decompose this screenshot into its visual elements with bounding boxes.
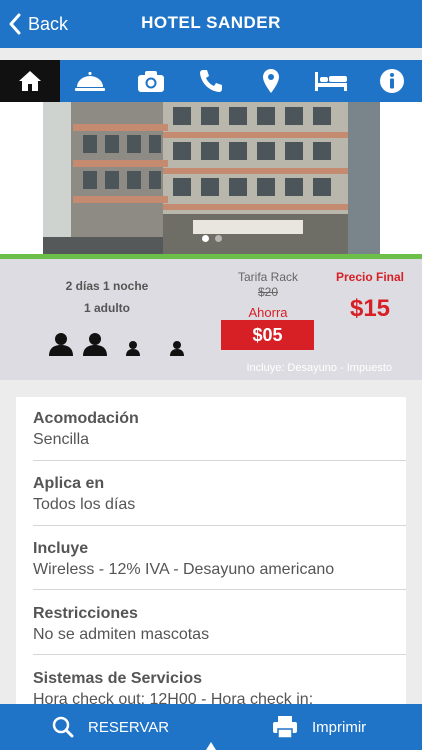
bed-icon: [315, 72, 348, 91]
page-title: HOTEL SANDER: [141, 13, 281, 32]
stay-duration: 2 días 1 noche: [65, 279, 149, 293]
camera-icon: [137, 71, 164, 92]
divider: [33, 525, 406, 526]
occupancy-icons: [48, 331, 186, 357]
child-icon: [126, 341, 140, 356]
nav-header: Back HOTEL SANDER: [0, 0, 422, 48]
adult-icon: [83, 333, 107, 356]
details-card: Acomodación Sencilla Aplica en Todos los…: [16, 397, 406, 717]
tab-gallery[interactable]: [121, 60, 181, 102]
savings-label: Ahorra: [248, 305, 288, 320]
final-price-value: $15: [349, 295, 391, 322]
detail-value: Wireless - 12% IVA - Desayuno americano: [33, 561, 335, 578]
hotel-building-image: [43, 102, 380, 254]
photo-carousel[interactable]: [0, 102, 422, 254]
detail-label: Aplica en: [33, 475, 105, 492]
rack-rate-value: $20: [257, 285, 279, 299]
adult-icon: [49, 333, 73, 356]
print-label: Imprimir: [312, 718, 367, 736]
room-service-icon: [75, 72, 106, 91]
search-icon: [52, 716, 74, 738]
divider: [33, 460, 406, 461]
guest-count: 1 adulto: [83, 301, 130, 315]
includes-note: Incluye: Desayuno - Impuesto: [246, 362, 392, 374]
divider: [33, 589, 406, 590]
map-pin-icon: [263, 69, 280, 93]
detail-label: Sistemas de Servicios: [33, 670, 202, 687]
hotel-photo: [43, 102, 380, 254]
tab-location[interactable]: [241, 60, 301, 102]
detail-label: Incluye: [33, 540, 89, 557]
app-screen: Back HOTEL SANDER 2 días 1 noche 1 adult…: [0, 0, 422, 750]
phone-icon: [199, 70, 222, 92]
carousel-dot[interactable]: [214, 235, 222, 242]
tab-info[interactable]: [362, 60, 422, 102]
info-icon: [379, 69, 404, 93]
final-price-label: Precio Final: [335, 270, 405, 284]
tab-home[interactable]: [0, 60, 61, 102]
print-button[interactable]: Imprimir: [272, 704, 366, 750]
reserve-label: RESERVAR: [88, 718, 170, 736]
section-tab-bar: [0, 60, 422, 102]
bottom-action-bar: RESERVAR Imprimir: [0, 704, 422, 750]
divider: [33, 654, 406, 655]
home-icon: [19, 71, 42, 91]
caret-up-icon: [206, 742, 216, 750]
printer-icon: [273, 716, 297, 739]
carousel-indicator: [43, 235, 380, 242]
savings-badge: $05: [221, 320, 314, 350]
detail-value: No se admiten mascotas: [33, 626, 210, 643]
detail-label: Acomodación: [33, 410, 139, 427]
child-icon: [170, 341, 184, 356]
tab-rooms[interactable]: [301, 60, 361, 102]
rack-rate-label: Tarifa Rack: [237, 270, 299, 284]
tab-phone[interactable]: [181, 60, 241, 102]
tab-room-service[interactable]: [60, 60, 120, 102]
reserve-button[interactable]: RESERVAR: [52, 704, 169, 750]
detail-value: Sencilla: [33, 431, 90, 448]
offer-panel: 2 días 1 noche 1 adulto Tarifa Rack $20 …: [0, 259, 422, 380]
detail-value: Todos los días: [33, 496, 136, 513]
detail-label: Restricciones: [33, 605, 138, 622]
carousel-dot-active[interactable]: [201, 235, 209, 242]
